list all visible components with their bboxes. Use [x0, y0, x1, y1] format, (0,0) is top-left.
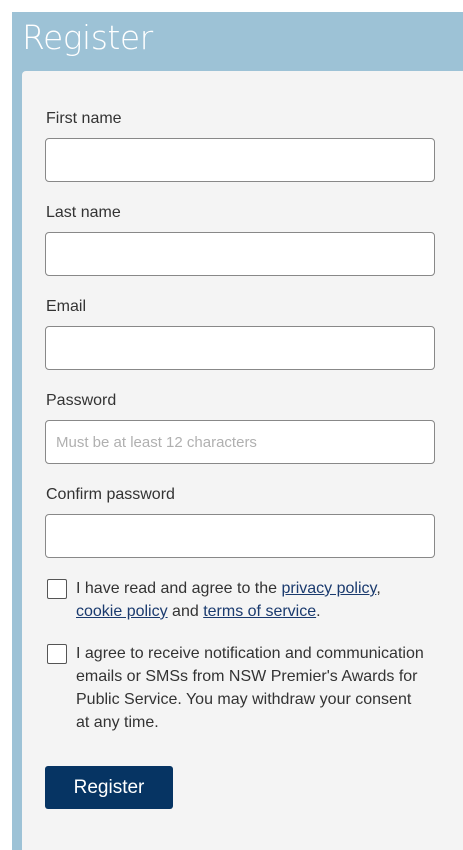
last-name-input[interactable] — [45, 232, 435, 276]
register-form: First name Last name Email Password Conf… — [22, 71, 463, 850]
first-name-input[interactable] — [45, 138, 435, 182]
terms-consent-text: I have read and agree to the privacy pol… — [76, 577, 426, 623]
terms-comma: , — [376, 580, 381, 597]
terms-and-text: and — [167, 603, 204, 620]
register-panel: Register First name Last name Email Pass… — [12, 12, 463, 850]
terms-checkbox[interactable] — [47, 579, 67, 599]
communications-consent-text: I agree to receive notification and comm… — [76, 645, 424, 731]
terms-period: . — [316, 603, 321, 620]
terms-of-service-link[interactable]: terms of service — [203, 603, 316, 620]
cookie-policy-link[interactable]: cookie policy — [76, 603, 168, 620]
privacy-policy-link[interactable]: privacy policy — [281, 580, 376, 597]
confirm-password-input[interactable] — [45, 514, 435, 558]
first-name-label: First name — [46, 110, 122, 127]
last-name-label: Last name — [46, 204, 121, 221]
communications-checkbox[interactable] — [47, 644, 67, 664]
register-button[interactable]: Register — [45, 766, 173, 809]
password-input[interactable] — [45, 420, 435, 464]
terms-text-before: I have read and agree to the — [76, 580, 282, 597]
email-label: Email — [46, 298, 87, 315]
password-label: Password — [46, 392, 117, 409]
page-title: Register — [22, 18, 153, 57]
confirm-password-label: Confirm password — [46, 486, 175, 503]
email-input[interactable] — [45, 326, 435, 370]
